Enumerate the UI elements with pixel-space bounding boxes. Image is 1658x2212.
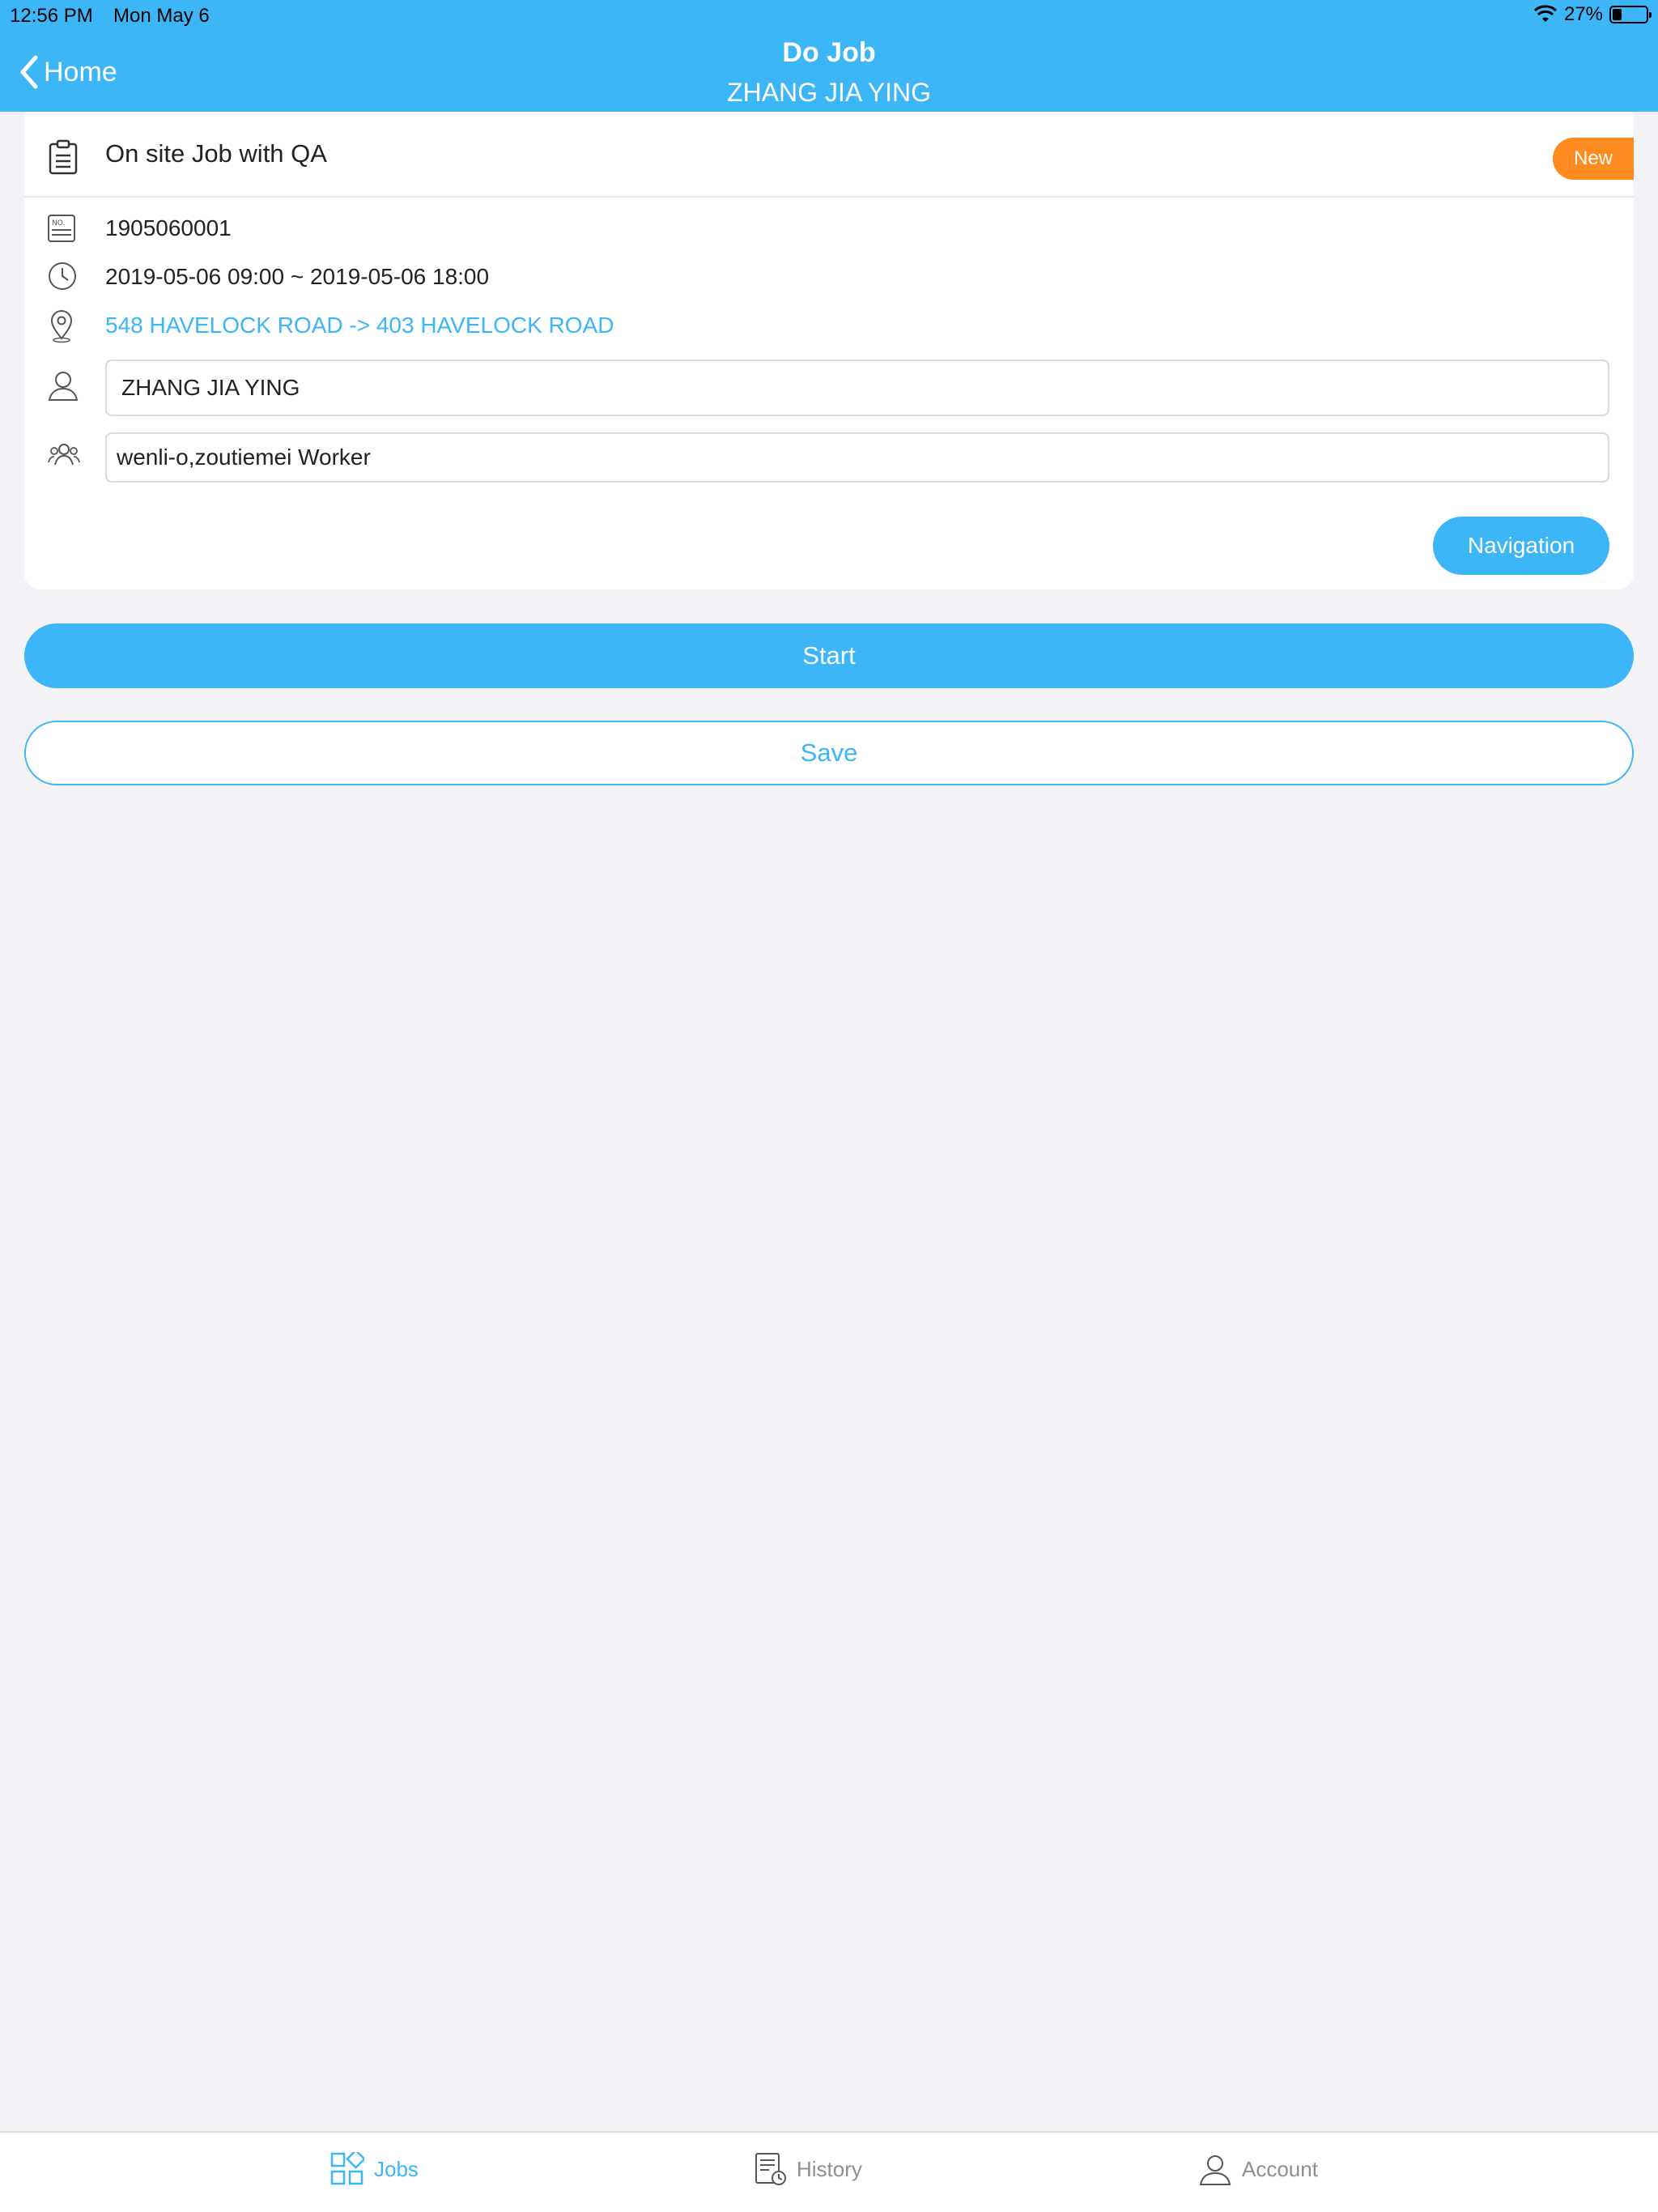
page-subtitle: ZHANG JIA YING [727, 78, 931, 107]
tab-bar: Jobs History Account [0, 2131, 1658, 2212]
battery-percent: 27% [1563, 3, 1603, 25]
job-route-link[interactable]: 548 HAVELOCK ROAD -> 403 HAVELOCK ROAD [105, 313, 614, 338]
battery-icon [1609, 6, 1652, 23]
status-bar: 12:56 PM Mon May 6 27% [0, 0, 1658, 32]
workers-field[interactable] [105, 432, 1609, 483]
person-icon [48, 372, 79, 401]
customer-field[interactable] [105, 359, 1609, 416]
job-number: 1905060001 [105, 215, 232, 240]
tab-history-label: History [797, 2156, 862, 2181]
status-badge: New [1553, 138, 1634, 180]
job-time-range: 2019-05-06 09:00 ~ 2019-05-06 18:00 [105, 264, 490, 289]
status-right: 27% [1533, 3, 1652, 26]
tab-history[interactable]: History [755, 2152, 862, 2186]
svg-text:NO.: NO. [52, 219, 65, 228]
account-icon [1199, 2155, 1231, 2185]
tab-account-label: Account [1242, 2156, 1318, 2181]
clock-icon [49, 262, 76, 290]
tab-jobs[interactable]: Jobs [330, 2152, 419, 2186]
save-button[interactable]: Save [24, 721, 1634, 785]
wifi-icon [1533, 5, 1557, 22]
nav-bar: Home Do Job ZHANG JIA YING [0, 32, 1658, 112]
tab-account[interactable]: Account [1198, 2152, 1318, 2186]
start-button[interactable]: Start [24, 623, 1634, 688]
job-card: On site Job with QA New NO. 1905060001 2… [24, 112, 1634, 589]
status-date: Mon May 6 [113, 5, 210, 27]
job-card-header: On site Job with QA New [24, 112, 1634, 198]
navigation-button[interactable]: Navigation [1433, 517, 1609, 575]
clipboard-icon [49, 139, 78, 175]
status-time: 12:56 PM [10, 5, 93, 27]
page-title: Do Job [782, 37, 876, 68]
group-icon [48, 444, 80, 466]
job-title: On site Job with QA [105, 139, 327, 168]
location-pin-icon [50, 310, 73, 343]
grid-icon [330, 2152, 364, 2185]
job-number-icon: NO. [48, 215, 75, 242]
history-icon [755, 2153, 786, 2185]
tab-jobs-label: Jobs [374, 2156, 419, 2181]
